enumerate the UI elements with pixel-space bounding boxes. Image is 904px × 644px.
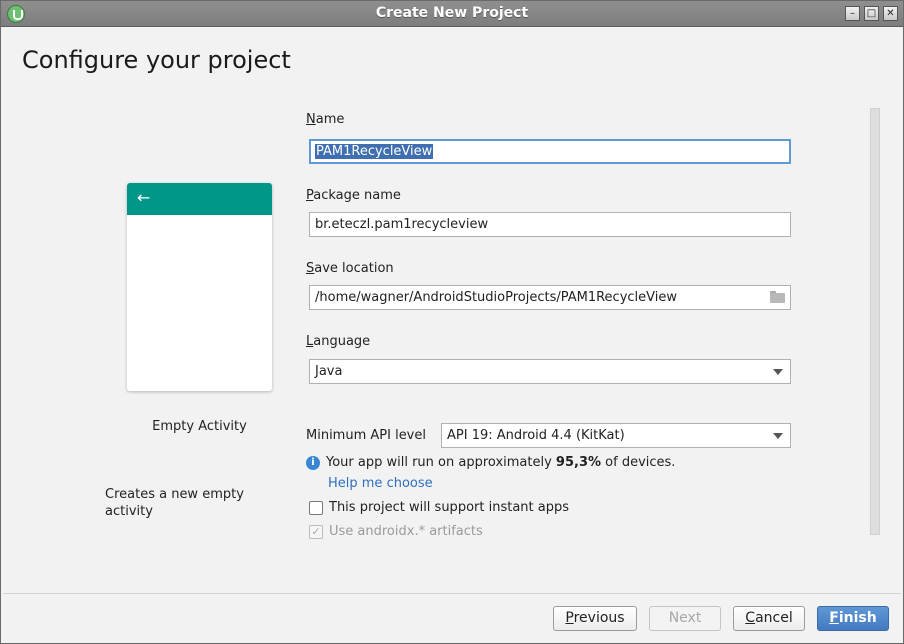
save-location-label: Save location — [306, 261, 394, 276]
name-input-value: PAM1RecycleView — [315, 144, 434, 159]
activity-description: Creates a new empty activity — [105, 487, 244, 519]
close-button[interactable]: ✕ — [883, 6, 898, 21]
save-location-input[interactable]: /home/wagner/AndroidStudioProjects/PAM1R… — [309, 285, 791, 310]
cancel-button[interactable]: Cancel — [733, 606, 805, 631]
androidx-checkbox: ✓ — [309, 525, 323, 539]
min-api-label: Minimum API level — [306, 428, 426, 443]
window-title: Create New Project — [375, 5, 529, 21]
info-icon: i — [306, 456, 320, 470]
package-name-value: br.eteczl.pam1recycleview — [315, 217, 489, 232]
title-bar[interactable]: Create New Project – □ ✕ — [1, 1, 903, 27]
create-project-dialog: Create New Project – □ ✕ Configure your … — [0, 0, 904, 644]
device-coverage-percent: 95,3% — [555, 455, 602, 470]
language-select[interactable]: Java — [309, 359, 791, 384]
next-button: Next — [649, 606, 721, 631]
preview-app-bar: ← — [127, 183, 272, 215]
min-api-value: API 19: Android 4.4 (KitKat) — [447, 428, 625, 443]
name-input[interactable]: PAM1RecycleView — [309, 139, 791, 164]
device-coverage-text: Your app will run on approximately 95,3%… — [326, 455, 676, 470]
activity-preview: ← — [127, 183, 272, 391]
maximize-button[interactable]: □ — [864, 6, 879, 21]
language-value: Java — [315, 364, 343, 379]
back-arrow-icon: ← — [137, 188, 151, 207]
language-label: Language — [306, 334, 371, 349]
chevron-down-icon — [773, 433, 783, 439]
save-location-value: /home/wagner/AndroidStudioProjects/PAM1R… — [315, 290, 678, 305]
package-name-label: Package name — [306, 188, 401, 203]
vertical-scrollbar[interactable] — [870, 108, 880, 535]
minimize-button[interactable]: – — [845, 6, 860, 21]
name-label: Name — [306, 112, 345, 127]
page-title: Configure your project — [22, 46, 291, 74]
finish-button[interactable]: Finish — [817, 606, 889, 631]
activity-name: Empty Activity — [152, 419, 247, 434]
footer-separator — [3, 593, 901, 594]
chevron-down-icon — [773, 369, 783, 375]
instant-apps-checkbox[interactable] — [309, 501, 323, 515]
androidx-label: Use androidx.* artifacts — [329, 524, 483, 539]
browse-folder-icon[interactable] — [770, 291, 785, 303]
min-api-select[interactable]: API 19: Android 4.4 (KitKat) — [441, 423, 791, 448]
previous-button[interactable]: Previous — [553, 606, 637, 631]
package-name-input[interactable]: br.eteczl.pam1recycleview — [309, 212, 791, 237]
help-me-choose-link[interactable]: Help me choose — [328, 476, 433, 491]
instant-apps-label[interactable]: This project will support instant apps — [329, 500, 569, 515]
